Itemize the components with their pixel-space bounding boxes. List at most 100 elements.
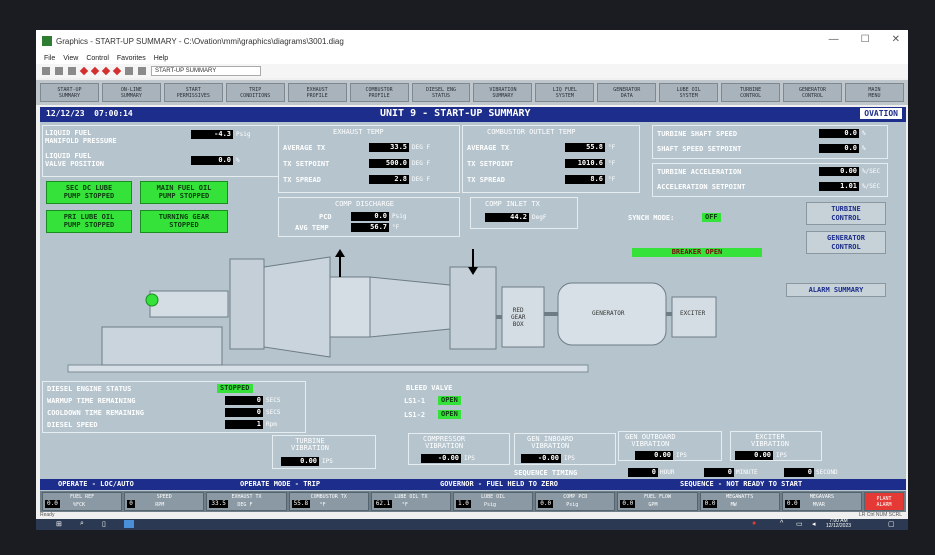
warmup-value: 0 — [225, 396, 263, 405]
exciter-vibration-unit: IPS — [776, 452, 787, 459]
nav-start-permissives[interactable]: START PERMISSIVES — [163, 83, 223, 102]
combustor-tx-readout: COMBUSTOR TX 55.8 °F — [288, 492, 369, 511]
exciter-vibration-panel: EXCITER VIBRATION 0.00 IPS — [730, 431, 822, 461]
nav-liq-fuel-system[interactable]: LIQ FUEL SYSTEM — [535, 83, 595, 102]
status-indicators: LR Ctrl NUM SCRL — [858, 512, 902, 518]
warmup-label: WARMUP TIME REMAINING — [47, 397, 136, 405]
gen-inboard-vibration-label: GEN INBOARD VIBRATION — [527, 435, 574, 450]
volume-icon[interactable]: ◂ — [812, 520, 820, 528]
nav-main-menu[interactable]: MAIN MENU — [844, 83, 904, 102]
chevron-up-icon[interactable]: ^ — [780, 520, 788, 528]
save-icon[interactable] — [55, 67, 63, 75]
notification-center-icon[interactable]: ▢ — [888, 520, 896, 528]
stop-icon[interactable] — [79, 66, 89, 76]
gen-inboard-vibration-panel: GEN INBOARD VIBRATION -0.00 IPS — [514, 433, 616, 465]
maximize-button[interactable]: ☐ — [861, 34, 870, 45]
diagram-name-field[interactable]: START-UP SUMMARY — [151, 66, 261, 76]
cooldown-value: 0 — [225, 408, 263, 417]
diesel-status-value: STOPPED — [217, 384, 253, 393]
nav-lube-oil-system[interactable]: LUBE OIL SYSTEM — [659, 83, 719, 102]
exciter-shape — [671, 296, 717, 338]
compressor-inlet-shape — [229, 258, 265, 350]
governor-status: GOVERNOR - FUEL HELD TO ZERO — [440, 480, 559, 488]
plant-alarm-button[interactable]: PLANT ALARM — [864, 492, 905, 511]
diesel-speed-label: DIESEL SPEED — [47, 421, 98, 429]
nav-generator-data[interactable]: GENERATOR DATA — [597, 83, 657, 102]
seq-minute-unit: MINUTE — [736, 469, 758, 476]
task-view-icon[interactable]: ▯ — [102, 520, 110, 528]
window-title: Graphics - START-UP SUMMARY - C:\Ovation… — [56, 36, 344, 46]
ls1-2-status: OPEN — [438, 410, 461, 419]
comp-pcd-readout: COMP PCD 0.0 Psig — [535, 492, 616, 511]
window-titlebar: Graphics - START-UP SUMMARY - C:\Ovation… — [36, 30, 908, 52]
diesel-speed-unit: Rpm — [266, 421, 277, 428]
nav-vibration-summary[interactable]: VIBRATION SUMMARY — [473, 83, 533, 102]
warmup-unit: SECS — [266, 397, 281, 404]
turbine-vibration-value: 0.00 — [281, 457, 319, 466]
diesel-status-panel: DIESEL ENGINE STATUS STOPPED WARMUP TIME… — [42, 381, 306, 433]
ls1-2-label: LS1-2 — [404, 411, 426, 419]
sequence-timing-label: SEQUENCE TIMING — [514, 469, 578, 477]
base-rail — [67, 364, 589, 373]
open-icon[interactable] — [42, 67, 50, 75]
menu-help[interactable]: Help — [154, 55, 168, 62]
search-icon[interactable]: ⌕ — [80, 520, 88, 528]
compressor-vibration-unit: IPS — [464, 455, 475, 462]
minimize-button[interactable]: — — [829, 34, 839, 45]
close-button[interactable]: ✕ — [892, 34, 900, 45]
menu-bar: File View Control Favorites Help — [36, 52, 908, 64]
nav-combustor-profile[interactable]: COMBUSTOR PROFILE — [349, 83, 409, 102]
lube-oil-tx-readout: LUBE OIL TX 62.1 °F — [370, 492, 452, 511]
menu-control[interactable]: Control — [86, 55, 109, 62]
gen-outboard-vibration-unit: IPS — [676, 452, 687, 459]
nav-trip-conditions[interactable]: TRIP CONDITIONS — [225, 83, 285, 102]
operate-mode-status: OPERATE MODE - TRIP — [240, 480, 321, 488]
fuel-ref-readout: FUEL REF 0.0 %FCK — [42, 492, 123, 511]
diesel-status-label: DIESEL ENGINE STATUS — [47, 385, 132, 393]
gen-outboard-vibration-panel: GEN OUTBOARD VIBRATION 0.00 IPS — [618, 431, 722, 461]
windows-start-icon[interactable]: ⊞ — [56, 520, 64, 528]
ovation-app-icon[interactable] — [124, 520, 134, 528]
hmi-screen: 12/12/23 07:00:14 UNIT 9 - START-UP SUMM… — [40, 107, 906, 512]
notification-dot-icon[interactable]: ● — [752, 520, 760, 528]
nav-generator-control[interactable]: GENERATOR CONTROL — [783, 83, 842, 102]
fuel-flow-readout: FUEL FLOW 0.0 GPM — [617, 492, 698, 511]
compressor-vibration-label: COMPRESSOR VIBRATION — [423, 435, 466, 450]
seq-hour-unit: HOUR — [660, 469, 675, 476]
diesel-speed-value: 1 — [225, 420, 263, 429]
exhaust-tx-readout: EXHAUST TX 33.5 DEG F — [206, 492, 287, 511]
nav-diesel-eng-status[interactable]: DIESEL ENG STATUS — [411, 83, 471, 102]
print-preview-icon[interactable] — [138, 67, 146, 75]
turbine-vibration-panel: TURBINE VIBRATION 0.00 IPS — [272, 435, 376, 469]
up-icon[interactable] — [112, 66, 122, 76]
speed-readout: SPEED 0 RPM — [124, 492, 205, 511]
combustor-shape — [329, 276, 371, 338]
forward-icon[interactable] — [101, 66, 111, 76]
taskbar-clock[interactable]: 7:00 AM 12/12/2023 — [826, 519, 851, 529]
exciter-vibration-value: 0.00 — [735, 451, 773, 460]
exciter-vibration-label: EXCITER VIBRATION — [751, 433, 789, 448]
sequence-status: SEQUENCE - NOT READY TO START — [680, 480, 803, 488]
nav-exhaust-profile[interactable]: EXHAUST PROFILE — [287, 83, 347, 102]
menu-view[interactable]: View — [63, 55, 78, 62]
turbine-vibration-label: TURBINE VIBRATION — [291, 437, 329, 452]
menu-favorites[interactable]: Favorites — [117, 55, 146, 62]
gen-outboard-vibration-label: GEN OUTBOARD VIBRATION — [625, 433, 676, 448]
gen-outboard-vibration-value: 0.00 — [635, 451, 673, 460]
operate-status: OPERATE - LOC/AUTO — [58, 480, 134, 488]
refresh-icon[interactable] — [125, 67, 133, 75]
motor-status-indicator — [145, 293, 159, 307]
network-icon[interactable]: ▭ — [796, 520, 804, 528]
cooldown-unit: SECS — [266, 409, 281, 416]
nav-online-summary[interactable]: ON-LINE SUMMARY — [101, 83, 161, 102]
gen-inboard-vibration-value: -0.00 — [521, 454, 561, 463]
red-gear-box-label: RED GEAR BOX — [511, 307, 526, 328]
nav-startup-summary[interactable]: START-UP SUMMARY — [40, 83, 99, 102]
menu-file[interactable]: File — [44, 55, 55, 62]
inlet-arrow-head — [335, 249, 345, 257]
nav-bar: START-UP SUMMARY ON-LINE SUMMARY START P… — [36, 80, 908, 105]
print-icon[interactable] — [68, 67, 76, 75]
back-icon[interactable] — [90, 66, 100, 76]
nav-turbine-control[interactable]: TURBINE CONTROL — [721, 83, 781, 102]
ls1-1-status: OPEN — [438, 396, 461, 405]
